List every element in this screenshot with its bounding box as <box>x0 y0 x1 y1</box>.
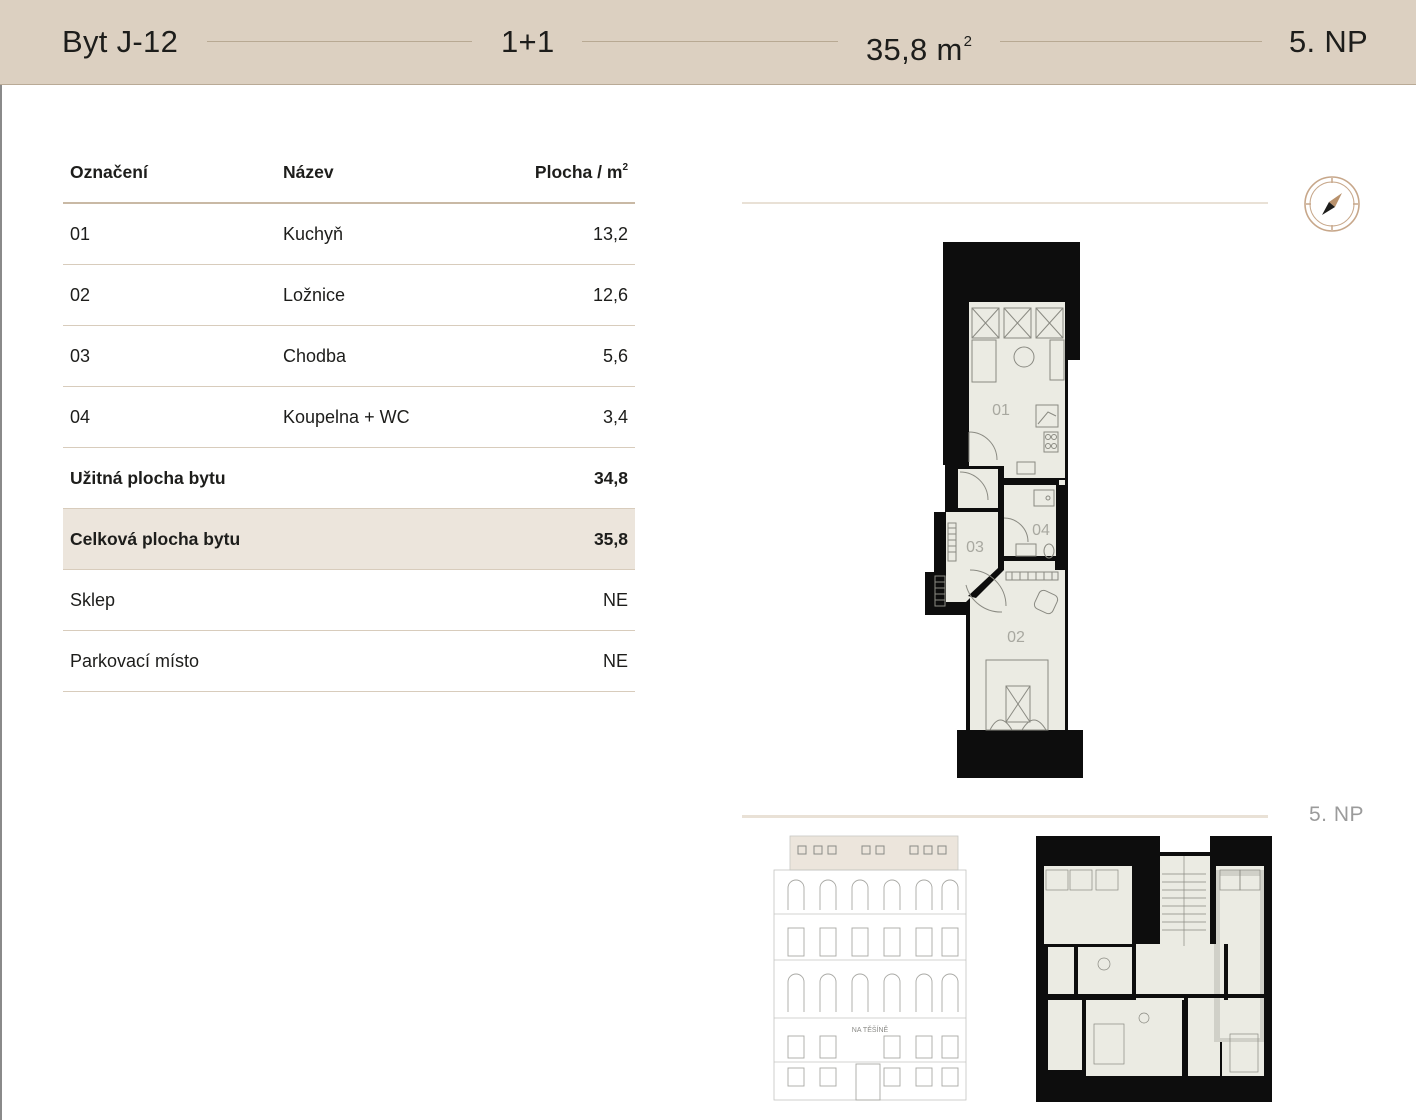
parking-label: Parkovací místo <box>70 651 200 671</box>
room-number-03: 03 <box>966 539 984 556</box>
room-area: 5,6 <box>602 346 628 366</box>
table-row: 02 Ložnice 12,6 <box>63 265 635 326</box>
unit-floor-plan: 01 02 03 04 <box>925 242 1083 778</box>
table-header: Označení Název Plocha / m2 <box>63 142 635 204</box>
compass-icon <box>1304 176 1360 232</box>
parking-value: NE <box>602 651 628 671</box>
header-divider <box>582 41 838 42</box>
unit-floor: 5. NP <box>1289 24 1369 59</box>
table-row: 03 Chodba 5,6 <box>63 326 635 387</box>
col-area-exp: 2 <box>622 162 628 173</box>
building-facade-drawing: NA TĚŠÍNĚ <box>773 835 967 1101</box>
facade-sign: NA TĚŠÍNĚ <box>852 1025 889 1034</box>
unit-layout: 1+1 <box>501 24 555 59</box>
total-area-label: Celková plocha bytu <box>70 529 241 549</box>
cellar-label: Sklep <box>70 590 116 610</box>
room-name: Chodba <box>283 346 347 366</box>
room-number-02: 02 <box>1007 629 1025 646</box>
unit-area-value: 35,8 m <box>866 32 963 67</box>
left-edge-line <box>0 0 2 1120</box>
cellar-row: Sklep NE <box>63 570 635 631</box>
header-divider <box>1000 41 1262 42</box>
total-area-value: 35,8 <box>593 529 628 549</box>
room-area: 12,6 <box>592 285 628 305</box>
floor-label: 5. NP <box>1309 803 1365 826</box>
total-area-row: Celková plocha bytu 35,8 <box>63 509 635 570</box>
room-number-01: 01 <box>992 402 1010 419</box>
room-name: Kuchyň <box>283 224 344 244</box>
floor-overview-plan <box>1036 834 1272 1102</box>
col-name-header: Název <box>283 162 334 182</box>
usable-area-row: Užitná plocha bytu 34,8 <box>63 448 635 509</box>
unit-name: Byt J-12 <box>62 24 179 59</box>
header-divider <box>207 41 472 42</box>
col-area-header: Plocha / m2 <box>535 162 628 183</box>
table-row: 01 Kuchyň 13,2 <box>63 204 635 265</box>
col-area-text: Plocha / m <box>534 162 623 182</box>
room-area: 3,4 <box>602 407 628 427</box>
room-id: 02 <box>70 285 91 305</box>
cellar-value: NE <box>602 590 628 610</box>
room-number-04: 04 <box>1032 522 1050 539</box>
room-name: Koupelna + WC <box>283 407 410 427</box>
room-id: 04 <box>70 407 91 427</box>
room-id: 03 <box>70 346 91 366</box>
usable-area-label: Užitná plocha bytu <box>70 468 226 488</box>
area-table: Označení Název Plocha / m2 01 Kuchyň 13,… <box>63 142 635 692</box>
room-area: 13,2 <box>592 224 628 244</box>
unit-area-exponent: 2 <box>963 33 973 50</box>
room-name: Ložnice <box>283 285 346 305</box>
col-label-header: Označení <box>70 162 148 182</box>
plan-top-rule <box>742 202 1268 204</box>
header-bar: Byt J-12 1+1 35,8 m2 5. NP <box>0 0 1416 85</box>
table-row: 04 Koupelna + WC 3,4 <box>63 387 635 448</box>
plan-bottom-rule <box>742 815 1268 818</box>
usable-area-value: 34,8 <box>593 468 628 488</box>
unit-area: 35,8 m2 <box>866 22 972 70</box>
parking-row: Parkovací místo NE <box>63 631 635 692</box>
room-id: 01 <box>70 224 91 244</box>
